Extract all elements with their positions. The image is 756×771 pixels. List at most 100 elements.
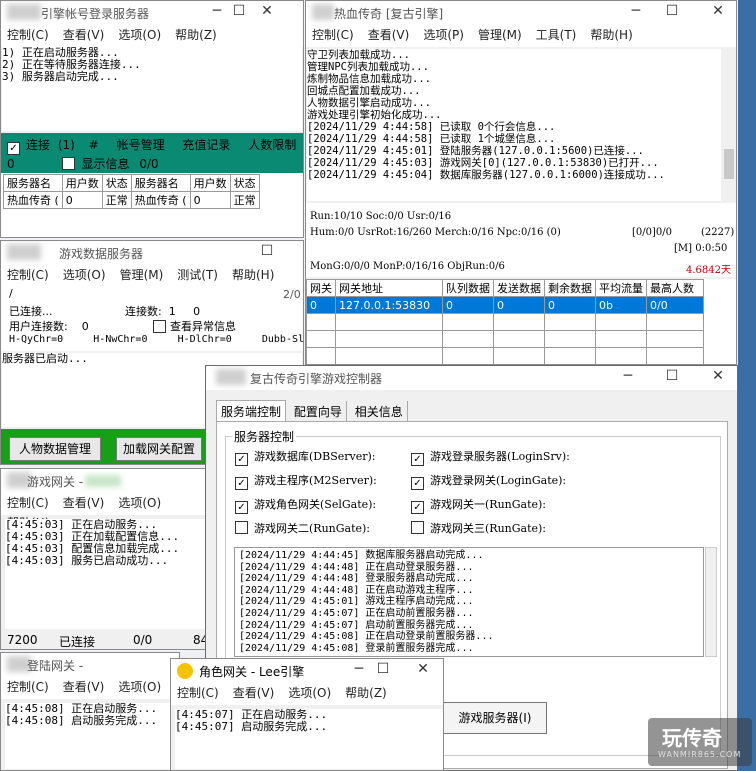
checkbox[interactable]: ✓: [411, 453, 424, 466]
checkbox[interactable]: ✓: [411, 501, 424, 514]
col-remain[interactable]: 剩余数据: [544, 279, 596, 297]
col-gateway[interactable]: 网关: [306, 279, 336, 297]
col-traffic[interactable]: 平均流量: [595, 279, 647, 297]
server-check-5[interactable]: ✓ 游戏网关一(RunGate):: [411, 496, 546, 514]
minimize-button[interactable]: ─: [624, 3, 648, 19]
menu-control[interactable]: 控制(C): [7, 493, 49, 513]
table-row[interactable]: 0 127.0.0.1:53830 0 0 0 0b 0/0: [306, 296, 704, 314]
title-bar[interactable]: 热血传奇 [复古引擎] ─ ☐ ✕: [306, 1, 736, 25]
menu-control[interactable]: 控制(C): [7, 265, 49, 285]
menu-view[interactable]: 查看(V): [63, 25, 105, 45]
menu-options[interactable]: 选项(O): [118, 25, 161, 45]
minimize-button[interactable]: ─: [616, 368, 640, 384]
load-gateway-button[interactable]: 加载网关配置: [116, 437, 202, 461]
menu-help[interactable]: 帮助(Z): [345, 683, 387, 703]
close-button[interactable]: ✕: [706, 368, 730, 384]
server-check-2[interactable]: ✓ 游戏主程序(M2Server):: [235, 472, 377, 490]
col-status-2[interactable]: 状态: [229, 174, 260, 192]
menu-control[interactable]: 控制(C): [7, 25, 49, 45]
ctrl-log-scrollbar[interactable]: [705, 547, 717, 657]
connect-checkbox[interactable]: ✓: [7, 142, 20, 155]
col-server[interactable]: 服务器名: [3, 174, 63, 192]
server-check-0[interactable]: ✓ 游戏数据库(DBServer):: [235, 448, 375, 466]
maximize-button[interactable]: ☐: [371, 661, 395, 677]
menu-view[interactable]: 查看(V): [233, 683, 275, 703]
menu-tools[interactable]: 工具(T): [536, 25, 577, 45]
cell: 0: [306, 296, 336, 314]
show-info-checkbox[interactable]: [62, 157, 76, 170]
title-bar[interactable]: 登陆网关 -: [1, 653, 179, 677]
zero-label: 0: [7, 157, 15, 171]
server-check-1[interactable]: ✓ 游戏登录服务器(LoginSrv):: [411, 448, 570, 466]
title-bar[interactable]: 游戏网关 -: [1, 469, 209, 493]
col-users[interactable]: 用户数: [61, 174, 103, 192]
hash-label: #: [88, 138, 99, 152]
checkbox[interactable]: ✓: [235, 501, 248, 514]
close-button[interactable]: ✕: [706, 3, 730, 19]
minimize-button[interactable]: ─: [205, 3, 229, 19]
menu-view[interactable]: 查看(V): [368, 25, 410, 45]
col-queue[interactable]: 队列数据: [442, 279, 494, 297]
menu-view[interactable]: 查看(V): [63, 677, 105, 697]
menu-options[interactable]: 选项(P): [423, 25, 464, 45]
table-row[interactable]: [306, 313, 704, 331]
col-users-2[interactable]: 用户数: [189, 174, 231, 192]
maximize-button[interactable]: ☐: [660, 368, 684, 384]
title-bar[interactable]: 引擎帐号登录服务器 ─ ☐ ✕: [1, 1, 303, 25]
server-check-6[interactable]: 游戏网关二(RunGate):: [235, 520, 370, 536]
close-button[interactable]: ✕: [255, 3, 279, 19]
menu-options[interactable]: 选项(O): [63, 265, 106, 285]
menu-manage[interactable]: 管理(M): [120, 265, 164, 285]
title-bar[interactable]: 复古传奇引擎游戏控制器 ─ ☐ ✕: [206, 366, 737, 390]
title-bar[interactable]: 角色网关 - Lee引擎 ─ ☐ ✕: [171, 659, 443, 683]
close-button[interactable]: ☐: [255, 243, 279, 259]
menu-help[interactable]: 帮助(H): [590, 25, 632, 45]
game-server-button[interactable]: 游戏服务器(I): [443, 702, 547, 734]
server-check-3[interactable]: ✓ 游戏登录网关(LoginGate):: [411, 472, 566, 490]
tab-config-wizard[interactable]: 配置向导: [290, 401, 347, 422]
tab-server-control[interactable]: 服务端控制: [216, 400, 287, 422]
menu-view[interactable]: 查看(V): [63, 493, 105, 513]
title-bar[interactable]: 游戏数据服务器 ☐: [1, 241, 303, 265]
server-check-7[interactable]: 游戏网关三(RunGate):: [411, 520, 546, 536]
status-uptime: [M] 0:0:50: [674, 243, 728, 254]
menu-options[interactable]: 选项(O): [118, 677, 161, 697]
menu-control[interactable]: 控制(C): [7, 677, 49, 697]
menu-control[interactable]: 控制(C): [177, 683, 219, 703]
checkbox[interactable]: ✓: [235, 453, 248, 466]
account-manage-button[interactable]: 帐号管理: [117, 138, 165, 152]
menu-test[interactable]: 测试(T): [177, 265, 218, 285]
menu-manage[interactable]: 管理(M): [478, 25, 522, 45]
server-check-4[interactable]: ✓ 游戏角色网关(SelGate):: [235, 496, 376, 514]
table-row[interactable]: [306, 330, 704, 348]
col-send[interactable]: 发送数据: [493, 279, 545, 297]
app-icon: [312, 4, 334, 20]
scroll-thumb[interactable]: [724, 149, 734, 179]
minimize-button[interactable]: ─: [347, 661, 371, 677]
menu-options[interactable]: 选项(O): [288, 683, 331, 703]
close-button[interactable]: ✕: [411, 661, 435, 677]
checkbox[interactable]: [235, 521, 248, 534]
col-server-2[interactable]: 服务器名: [130, 174, 191, 192]
table-row[interactable]: 热血传奇 (0 正常 热血传奇 (0 正常: [3, 191, 260, 209]
menu-options[interactable]: 选项(O): [118, 493, 161, 513]
recharge-record-button[interactable]: 充值记录: [182, 138, 230, 152]
people-data-button[interactable]: 人物数据管理: [9, 437, 101, 461]
user-limit-button[interactable]: 人数限制: [248, 138, 296, 152]
menu-help[interactable]: 帮助(Z): [175, 25, 217, 45]
maximize-button[interactable]: ☐: [227, 3, 251, 19]
col-status[interactable]: 状态: [101, 174, 132, 192]
checkbox[interactable]: [411, 521, 424, 534]
col-max-users[interactable]: 最高人数: [646, 279, 704, 297]
menu-help[interactable]: 帮助(H): [232, 265, 274, 285]
checkbox[interactable]: ✓: [411, 477, 424, 490]
col-address[interactable]: 网关地址: [335, 279, 443, 297]
checkbox-label: 游戏登录服务器(LoginSrv):: [430, 450, 570, 463]
checkbox[interactable]: ✓: [235, 477, 248, 490]
menu-control[interactable]: 控制(C): [312, 25, 354, 45]
maximize-button[interactable]: ☐: [660, 3, 684, 19]
abnormal-checkbox[interactable]: [153, 320, 166, 333]
table-row[interactable]: [306, 347, 704, 364]
log-scrollbar[interactable]: [722, 49, 736, 201]
tab-info[interactable]: 相关信息: [351, 401, 408, 422]
